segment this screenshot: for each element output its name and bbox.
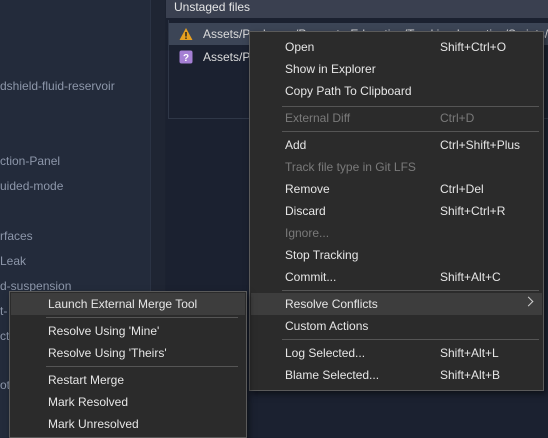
- menu-item-blame-selected[interactable]: Blame Selected... Shift+Alt+B: [251, 364, 542, 386]
- menu-item-custom-actions[interactable]: Custom Actions: [251, 315, 542, 337]
- menu-item-label: Blame Selected...: [285, 368, 380, 382]
- file-path: Assets/P: [203, 50, 251, 64]
- menu-item-label: Open: [285, 40, 315, 54]
- menu-separator: [46, 366, 238, 367]
- menu-item-label: Mark Resolved: [48, 395, 129, 409]
- panel-title: Unstaged files: [174, 0, 251, 14]
- menu-item-label: Launch External Merge Tool: [48, 297, 198, 311]
- branch-item[interactable]: uided-mode: [0, 179, 63, 193]
- branch-item[interactable]: ction-Panel: [0, 154, 60, 168]
- menu-item-label: Resolve Using 'Mine': [48, 324, 160, 338]
- menu-item-launch-merge-tool[interactable]: Launch External Merge Tool: [11, 293, 245, 315]
- menu-item-shortcut: Ctrl+Del: [440, 182, 484, 196]
- menu-item-label: Discard: [285, 204, 326, 218]
- branch-item[interactable]: t-: [0, 304, 7, 318]
- menu-item-discard[interactable]: Discard Shift+Ctrl+R: [251, 200, 542, 222]
- menu-item-label: External Diff: [285, 111, 351, 125]
- menu-item-label: Commit...: [285, 270, 337, 284]
- menu-item-label: Add: [285, 138, 307, 152]
- menu-item-shortcut: Shift+Ctrl+R: [440, 204, 506, 218]
- menu-item-mark-unresolved[interactable]: Mark Unresolved: [11, 413, 245, 435]
- menu-separator: [282, 290, 539, 291]
- menu-item-shortcut: Ctrl+D: [440, 111, 475, 125]
- menu-item-resolve-theirs[interactable]: Resolve Using 'Theirs': [11, 342, 245, 364]
- menu-separator: [282, 131, 539, 132]
- menu-item-shortcut: Shift+Alt+B: [440, 368, 501, 382]
- menu-item-stop-tracking[interactable]: Stop Tracking: [251, 244, 542, 266]
- resolve-conflicts-submenu: Launch External Merge Tool Resolve Using…: [9, 291, 247, 438]
- menu-item-commit[interactable]: Commit... Shift+Alt+C: [251, 266, 542, 288]
- menu-item-show-in-explorer[interactable]: Show in Explorer: [251, 58, 542, 80]
- menu-item-copy-path[interactable]: Copy Path To Clipboard: [251, 80, 542, 102]
- branch-item[interactable]: Leak: [0, 254, 26, 268]
- menu-item-shortcut: Shift+Ctrl+O: [440, 40, 507, 54]
- menu-item-label: Resolve Using 'Theirs': [48, 346, 167, 360]
- menu-separator: [46, 317, 238, 318]
- menu-item-track-lfs: Track file type in Git LFS: [251, 156, 542, 178]
- warning-icon: [179, 28, 193, 40]
- branch-item[interactable]: rfaces: [0, 229, 33, 243]
- menu-item-label: Track file type in Git LFS: [285, 160, 416, 174]
- branch-item[interactable]: dshield-fluid-reservoir: [0, 79, 115, 93]
- menu-item-shortcut: Shift+Alt+L: [440, 346, 499, 360]
- menu-item-open[interactable]: Open Shift+Ctrl+O: [251, 36, 542, 58]
- menu-item-shortcut: Ctrl+Shift+Plus: [440, 138, 521, 152]
- menu-item-label: Copy Path To Clipboard: [285, 84, 412, 98]
- menu-item-mark-resolved[interactable]: Mark Resolved: [11, 391, 245, 413]
- menu-item-add[interactable]: Add Ctrl+Shift+Plus: [251, 134, 542, 156]
- question-icon: ?: [179, 50, 193, 64]
- menu-item-shortcut: Shift+Alt+C: [440, 270, 501, 284]
- menu-item-resolve-conflicts[interactable]: Resolve Conflicts: [251, 293, 542, 315]
- menu-item-log-selected[interactable]: Log Selected... Shift+Alt+L: [251, 342, 542, 364]
- panel-header: Unstaged files: [166, 0, 548, 18]
- menu-item-label: Custom Actions: [285, 319, 369, 333]
- menu-item-label: Remove: [285, 182, 330, 196]
- menu-separator: [282, 339, 539, 340]
- menu-item-resolve-mine[interactable]: Resolve Using 'Mine': [11, 320, 245, 342]
- menu-item-label: Mark Unresolved: [48, 417, 139, 431]
- menu-item-label: Ignore...: [285, 226, 330, 240]
- menu-item-remove[interactable]: Remove Ctrl+Del: [251, 178, 542, 200]
- menu-item-external-diff: External Diff Ctrl+D: [251, 107, 542, 129]
- menu-item-ignore: Ignore...: [251, 222, 542, 244]
- menu-item-label: Log Selected...: [285, 346, 366, 360]
- svg-text:?: ?: [183, 53, 189, 64]
- menu-item-label: Stop Tracking: [285, 248, 359, 262]
- chevron-right-icon: [523, 296, 534, 307]
- menu-item-label: Show in Explorer: [285, 62, 376, 76]
- menu-item-label: Resolve Conflicts: [285, 297, 378, 311]
- file-context-menu: Open Shift+Ctrl+O Show in Explorer Copy …: [249, 31, 544, 391]
- menu-item-label: Restart Merge: [48, 373, 125, 387]
- menu-item-restart-merge[interactable]: Restart Merge: [11, 369, 245, 391]
